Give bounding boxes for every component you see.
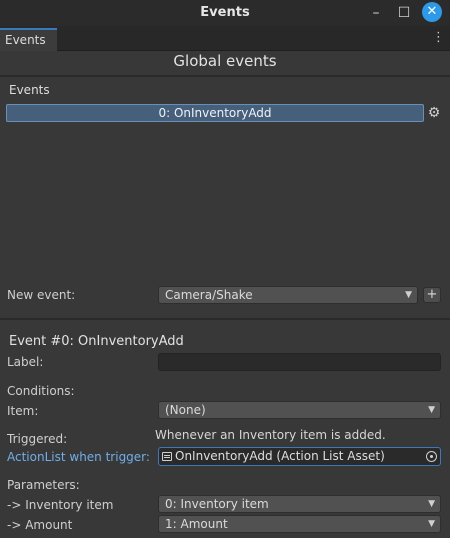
label-input[interactable] [158,353,441,371]
chevron-down-icon: ▼ [405,290,412,300]
minimize-button[interactable]: – [366,3,386,23]
parameter-inventory-item-label: -> Inventory item [7,498,114,512]
page-title: Global events [173,52,277,70]
chevron-down-icon: ▼ [428,519,435,529]
header-divider [0,75,450,77]
parameter-inventory-item-selected: 0: Inventory item [165,497,269,511]
triggered-description: Whenever an Inventory item is added. [155,428,386,442]
close-button[interactable]: ✕ [422,2,442,22]
event-list-item[interactable]: 0: OnInventoryAdd [6,104,424,122]
gear-icon[interactable]: ⚙ [427,106,441,120]
item-label: Item: [7,404,39,418]
event-heading: Event #0: OnInventoryAdd [9,334,184,349]
new-event-dropdown[interactable]: Camera/Shake ▼ [158,286,418,304]
actionlist-label[interactable]: ActionList when trigger: [7,450,150,464]
maximize-button[interactable]: ☐ [394,3,414,23]
parameter-amount-label: -> Amount [7,518,73,532]
new-event-selected: Camera/Shake [165,288,253,302]
triggered-label: Triggered: [7,432,68,446]
window-titlebar: Events – ☐ ✕ [0,0,450,26]
actionlist-object-field[interactable]: OnInventoryAdd (Action List Asset) [158,447,441,466]
action-list-asset-icon [162,452,172,461]
parameters-label: Parameters: [7,478,80,492]
section-divider [0,318,450,320]
chevron-down-icon: ▼ [428,405,435,415]
new-event-label: New event: [7,288,76,302]
conditions-label: Conditions: [7,384,75,398]
parameter-amount-dropdown[interactable]: 1: Amount ▼ [158,515,441,533]
chevron-down-icon: ▼ [428,499,435,509]
tab-events[interactable]: Events [0,28,57,51]
item-selected: (None) [165,403,206,417]
item-dropdown[interactable]: (None) ▼ [158,401,441,419]
tab-strip: Events ⋮ [0,26,450,51]
add-event-button[interactable]: + [423,287,441,303]
parameter-amount-selected: 1: Amount [165,517,228,531]
parameter-inventory-item-dropdown[interactable]: 0: Inventory item ▼ [158,495,441,513]
object-picker-icon[interactable] [426,451,437,462]
kebab-menu-icon[interactable]: ⋮ [432,30,445,46]
label-field-label: Label: [7,355,44,369]
events-section-label: Events [9,83,50,97]
actionlist-value: OnInventoryAdd (Action List Asset) [175,449,385,463]
